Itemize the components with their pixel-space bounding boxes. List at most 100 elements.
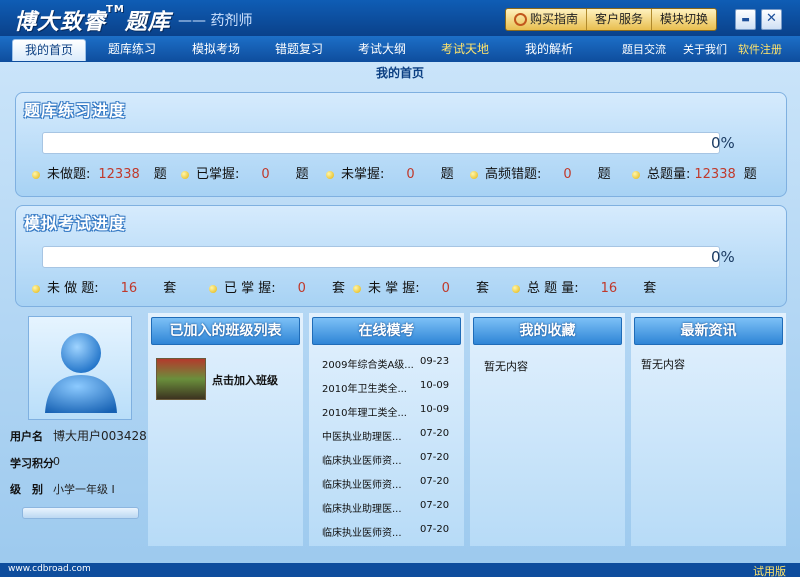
- stat-label: 未掌握:: [341, 167, 385, 182]
- class-list-panel: 已加入的班级列表 点击加入班级: [148, 313, 303, 546]
- title-bar: 博大致睿TM题库 —— 药剂师 购买指南 客户服务 模块切换 ▬ ✕: [0, 0, 800, 36]
- news-title: 最新资讯: [634, 317, 783, 345]
- online-exam-item[interactable]: 2010年理工类全...: [322, 404, 407, 419]
- favorites-panel: 我的收藏 暂无内容: [470, 313, 625, 546]
- avatar[interactable]: [28, 316, 132, 420]
- favorites-title: 我的收藏: [473, 317, 622, 345]
- bullet-icon: [181, 170, 189, 179]
- join-class-link[interactable]: 点击加入班级: [212, 372, 278, 388]
- nav-about-us[interactable]: 关于我们: [683, 41, 727, 57]
- practice-stat-total: 总题量: 12338 题: [632, 163, 757, 182]
- stat-value: 16: [600, 281, 618, 296]
- customer-service-button[interactable]: 客户服务: [587, 9, 653, 30]
- online-exam-date: 09-23: [420, 356, 450, 367]
- online-exam-date: 10-09: [420, 404, 450, 415]
- online-exam-panel: 在线模考 2009年综合类A级... 09-23 2010年卫生类全... 10-09…: [309, 313, 464, 546]
- practice-stat-mastered: 已掌握: 0 题: [181, 163, 309, 182]
- stat-value: 0: [297, 281, 306, 296]
- exam-stat-undone: 未 做 题: 16 套: [32, 277, 176, 296]
- stat-unit: 题: [153, 167, 167, 182]
- exam-stat-unmastered: 未 掌 握: 0 套: [353, 277, 489, 296]
- favorites-empty: 暂无内容: [484, 360, 528, 373]
- online-exam-date: 07-20: [420, 452, 450, 463]
- practice-progress-percent: 0%: [711, 134, 735, 152]
- stat-unit: 套: [643, 281, 657, 296]
- exam-progress-title: 模拟考试进度: [24, 214, 127, 233]
- user-silhouette-icon: [45, 333, 117, 413]
- nav-register[interactable]: 软件注册: [738, 41, 782, 57]
- level-value: 小学一年级 I: [53, 483, 115, 496]
- close-icon: ✕: [766, 11, 777, 26]
- stat-label: 未做题:: [47, 167, 91, 182]
- tab-my-analysis[interactable]: 我的解析: [513, 39, 585, 60]
- module-switch-label: 模块切换: [660, 12, 709, 26]
- online-exam-item[interactable]: 临床执业助理医...: [322, 500, 402, 515]
- close-button[interactable]: ✕: [761, 9, 782, 30]
- trademark: TM: [106, 4, 125, 15]
- stat-value: 0: [441, 281, 450, 296]
- username-label: 用户名: [10, 430, 43, 443]
- tab-home[interactable]: 我的首页: [12, 39, 86, 61]
- online-exam-item[interactable]: 临床执业医师资...: [322, 524, 402, 539]
- exam-progress-bar: [42, 246, 720, 268]
- tab-wrong-review[interactable]: 错题复习: [263, 39, 335, 60]
- online-exam-date: 07-20: [420, 524, 450, 535]
- bullet-icon: [353, 284, 361, 293]
- practice-stat-frequent-wrong: 高频错题: 0 题: [470, 163, 611, 182]
- stat-value: 0: [406, 167, 415, 182]
- bullet-icon: [32, 170, 40, 179]
- tab-label: 我的解析: [524, 42, 573, 56]
- tab-mock-exam[interactable]: 模拟考场: [180, 39, 252, 60]
- app-subtitle: —— 药剂师: [178, 13, 253, 29]
- stat-value: 12338: [694, 167, 736, 182]
- module-switch-button[interactable]: 模块切换: [652, 9, 716, 30]
- status-bar: www.cdbroad.com 试用版: [0, 563, 800, 577]
- online-exam-item[interactable]: 2010年卫生类全...: [322, 380, 407, 395]
- stat-label: 已 掌 握:: [224, 281, 276, 296]
- stat-unit: 题: [743, 167, 757, 182]
- online-exam-item[interactable]: 临床执业医师资...: [322, 452, 402, 467]
- stat-unit: 套: [475, 281, 489, 296]
- buy-guide-label: 购买指南: [530, 12, 579, 26]
- tab-label: 模拟考场: [191, 42, 240, 56]
- tab-exam-world[interactable]: 考试天地: [429, 39, 501, 60]
- stat-value: 12338: [98, 167, 140, 182]
- buy-guide-button[interactable]: 购买指南: [506, 9, 588, 30]
- exam-progress-panel: 模拟考试进度 0% 未 做 题: 16 套 已 掌 握: 0 套 未 掌 握: 0 套 总 …: [15, 205, 787, 307]
- exam-stat-mastered: 已 掌 握: 0 套: [209, 277, 345, 296]
- practice-stat-unmastered: 未掌握: 0 题: [326, 163, 454, 182]
- tab-label: 考试天地: [440, 42, 489, 56]
- stat-label: 总 题 量:: [527, 281, 579, 296]
- tab-label: 考试大纲: [357, 42, 406, 56]
- page-title: 我的首页: [375, 66, 424, 80]
- online-exam-date: 10-09: [420, 380, 450, 391]
- app-logo: 博大致睿TM题库: [14, 4, 171, 36]
- tab-practice[interactable]: 题库练习: [96, 39, 168, 60]
- exam-progress-percent: 0%: [711, 248, 735, 266]
- top-button-group: 购买指南 客户服务 模块切换: [505, 8, 718, 31]
- stat-unit: 题: [295, 167, 309, 182]
- nav-question-exchange[interactable]: 题目交流: [622, 41, 666, 57]
- bullet-icon: [32, 284, 40, 293]
- online-exam-item[interactable]: 临床执业医师资...: [322, 476, 402, 491]
- username-value: 博大用户003428: [53, 429, 147, 443]
- online-exam-title: 在线模考: [312, 317, 461, 345]
- stat-unit: 题: [597, 167, 611, 182]
- stat-unit: 套: [163, 281, 177, 296]
- online-exam-item[interactable]: 2009年综合类A级...: [322, 356, 414, 371]
- news-panel: 最新资讯 暂无内容: [631, 313, 786, 546]
- minimize-button[interactable]: ▬: [735, 9, 756, 30]
- online-exam-item[interactable]: 中医执业助理医...: [322, 428, 402, 443]
- tab-syllabus[interactable]: 考试大纲: [346, 39, 418, 60]
- stat-unit: 题: [440, 167, 454, 182]
- bullet-icon: [632, 170, 640, 179]
- edition-badge: 试用版: [753, 565, 786, 577]
- exam-stat-total: 总 题 量: 16 套: [512, 277, 656, 296]
- tab-label: 我的首页: [24, 43, 73, 57]
- practice-progress-bar: [42, 132, 720, 154]
- main-nav: 我的首页 题库练习 模拟考场 错题复习 考试大纲 考试天地 我的解析 题目交流 …: [0, 36, 800, 62]
- online-exam-date: 07-20: [420, 476, 450, 487]
- website-link[interactable]: www.cdbroad.com: [8, 564, 91, 574]
- stat-value: 0: [261, 167, 270, 182]
- stat-label: 未 做 题:: [47, 281, 99, 296]
